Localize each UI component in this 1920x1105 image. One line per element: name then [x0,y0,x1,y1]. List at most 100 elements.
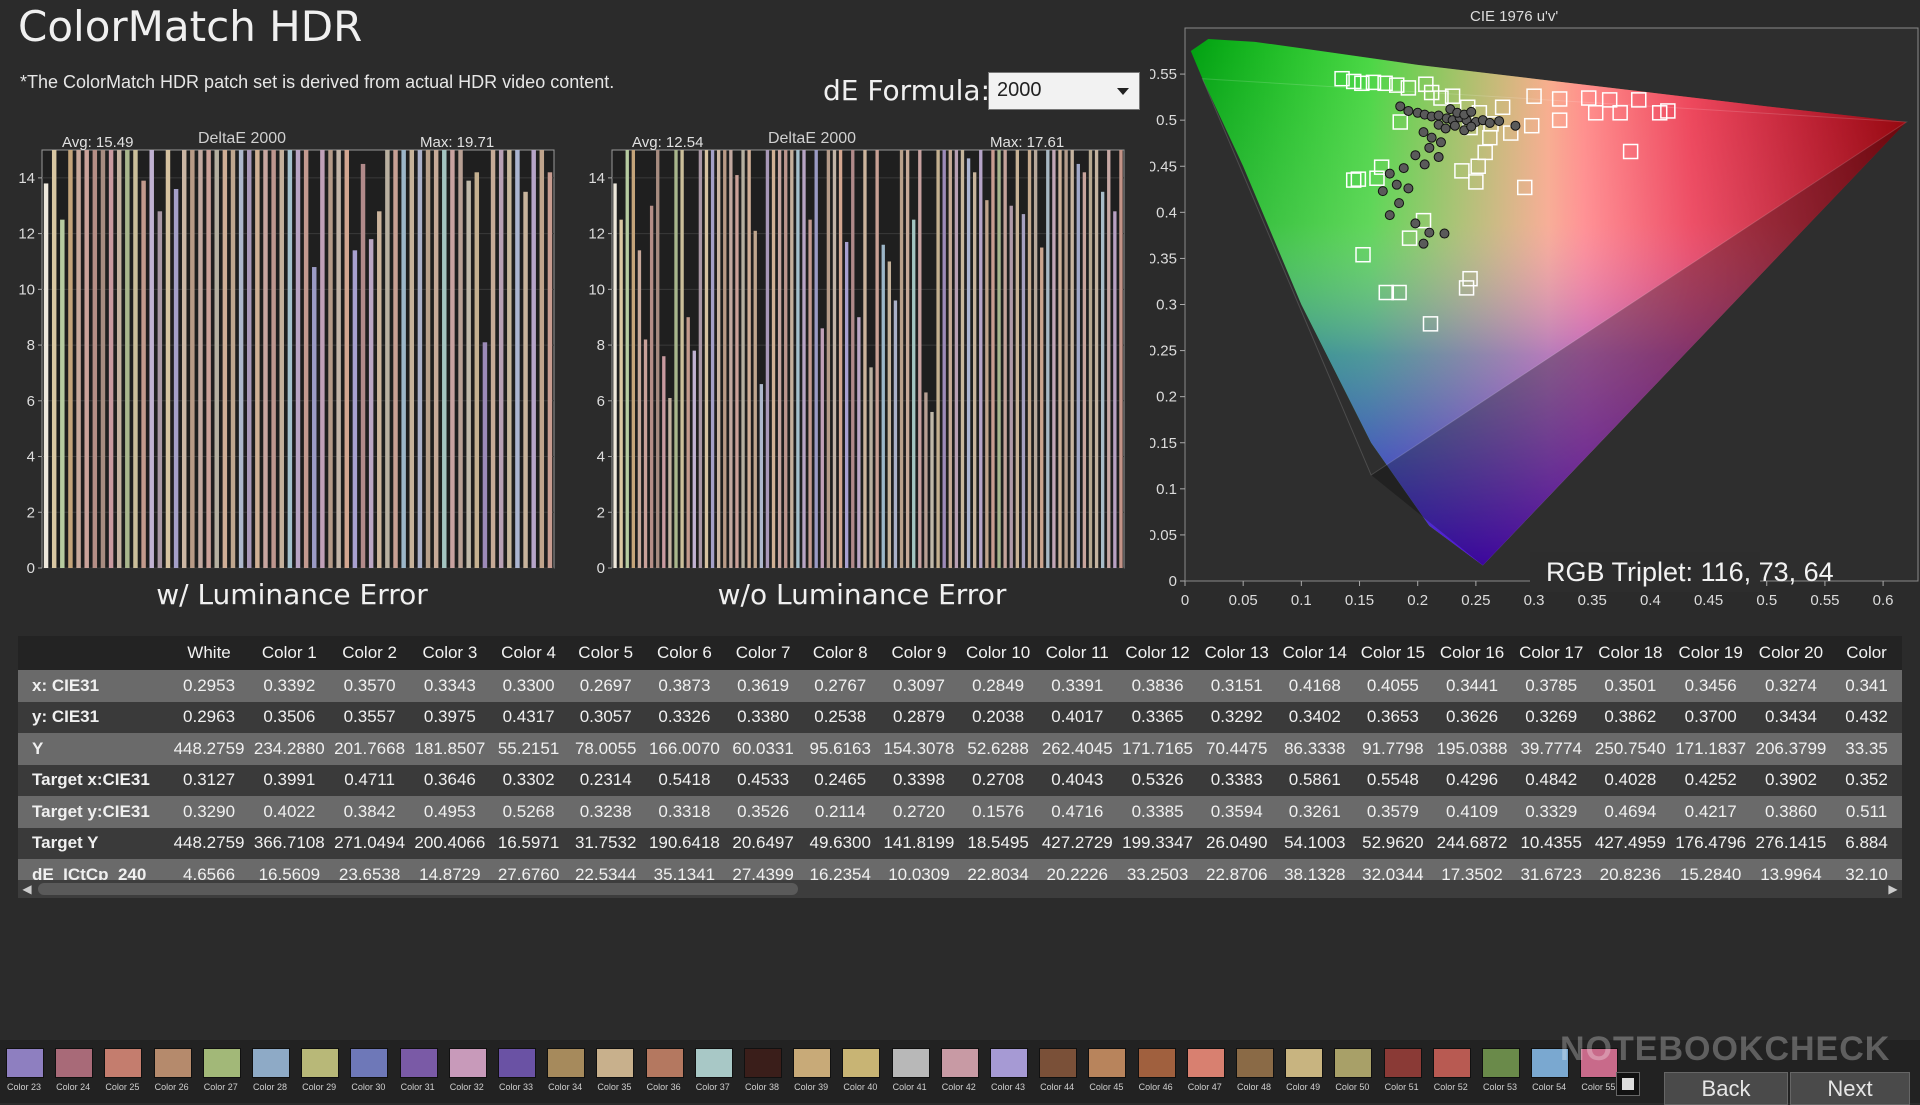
bar [893,300,898,568]
bar [729,150,733,568]
color-patch-swatch[interactable]: Color 44 [1035,1046,1079,1098]
bar [753,230,757,568]
column-header[interactable]: Color 7 [724,636,802,670]
color-patch-swatch[interactable]: Color 41 [888,1046,932,1098]
color-patch-swatch[interactable]: Color 38 [740,1046,784,1098]
bar [1040,247,1044,569]
next-button[interactable]: Next [1790,1072,1910,1105]
max-label: Max: 17.61 [990,134,1064,151]
color-patch-swatch[interactable]: Color 42 [937,1046,981,1098]
color-patch-swatch[interactable]: Color 47 [1183,1046,1227,1098]
column-header[interactable]: Color 18 [1590,636,1671,670]
measured-marker [1398,163,1409,174]
color-patch-swatch[interactable]: Color 27 [199,1046,243,1098]
scroll-left-icon[interactable]: ◀ [20,882,34,896]
color-patch-swatch[interactable]: Color 43 [986,1046,1030,1098]
color-patch-swatch[interactable]: Color 37 [691,1046,735,1098]
table-cell: 0.2708 [959,764,1038,796]
table-cell: 0.3975 [409,701,491,733]
color-patch-swatch[interactable]: Color 32 [445,1046,489,1098]
swatch-label: Color 23 [6,1082,42,1092]
color-patch-swatch[interactable]: Color 39 [789,1046,833,1098]
column-header[interactable]: Color 8 [801,636,879,670]
bar [287,150,293,568]
y-tick-label: 0.05 [1150,527,1177,544]
bar [507,150,512,568]
color-patch-swatch[interactable]: Color 29 [297,1046,341,1098]
color-patch-swatch[interactable]: Color 34 [543,1046,587,1098]
column-header[interactable]: Color 9 [878,636,960,670]
color-patch-swatch[interactable]: Color 51 [1380,1046,1424,1098]
column-header[interactable]: Color 12 [1117,636,1198,670]
color-patch-swatch[interactable]: Color 24 [51,1046,95,1098]
swatch-label: Color 37 [695,1082,730,1092]
column-header[interactable]: Color 14 [1275,636,1354,670]
column-header[interactable]: Color 13 [1197,636,1276,670]
back-button[interactable]: Back [1664,1072,1788,1105]
y-tick-label: 2 [597,504,605,521]
color-patch-swatch[interactable]: Color 48 [1232,1046,1276,1098]
swatch-label: Color 53 [1482,1082,1518,1092]
table-horizontal-scrollbar[interactable]: ◀ ▶ [18,880,1902,898]
color-patch-swatch[interactable]: Color 33 [494,1046,538,1098]
column-header[interactable]: Color 1 [249,636,330,670]
color-patch-swatch[interactable]: Color 26 [150,1046,194,1098]
column-header[interactable]: Color 3 [409,636,491,670]
column-header[interactable]: Color 15 [1353,636,1432,670]
color-patch-swatch[interactable]: Color 25 [100,1046,144,1098]
color-patch-swatch[interactable]: Color 28 [248,1046,292,1098]
scroll-right-icon[interactable]: ▶ [1886,882,1900,896]
color-patch-swatch[interactable]: Color 31 [396,1046,440,1098]
swatch-chip [1482,1048,1520,1078]
color-patch-swatch[interactable]: Color 46 [1134,1046,1178,1098]
column-header[interactable]: Color 17 [1512,636,1591,670]
swatch-chip [1236,1048,1274,1078]
bar [942,150,946,568]
bar [680,150,684,568]
column-header[interactable]: Color 6 [644,636,725,670]
table-row: Target y:CIE31 0.3290 0.4022 0.3842 0.4953 0.… [18,796,1902,828]
column-header[interactable]: Color 4 [490,636,568,670]
swatch-label: Color 52 [1433,1082,1468,1092]
bar [76,150,81,568]
y-tick-label: 8 [597,337,605,354]
color-patch-swatch[interactable]: Color 23 [2,1046,46,1098]
color-patch-swatch[interactable]: Color 53 [1478,1046,1522,1098]
stop-button[interactable] [1616,1072,1640,1096]
column-header[interactable]: White [168,636,250,670]
swatch-chip [596,1048,635,1078]
color-patch-swatch[interactable]: Color 30 [346,1046,390,1098]
color-patch-swatch[interactable]: Color 49 [1281,1046,1325,1098]
bar [1033,150,1038,568]
column-header[interactable]: Color 20 [1750,636,1832,670]
bar [619,219,623,568]
color-patch-swatch[interactable]: Color 50 [1330,1046,1374,1098]
swatch-label: Color 39 [794,1082,829,1092]
column-header[interactable] [18,636,169,670]
column-header[interactable]: Color 16 [1431,636,1513,670]
delta-e-chart-with-luminance: DeltaE 2000 Avg: 15.49 Max: 19.71 0 2 4 6 8 10 12… [12,118,572,578]
color-patch-swatch[interactable]: Color 40 [838,1046,882,1098]
column-header[interactable]: Color 5 [567,636,645,670]
table-cell: 0.3619 [724,670,802,702]
bar [295,150,301,568]
column-header[interactable]: Color 10 [959,636,1038,670]
scrollbar-thumb[interactable] [38,883,798,895]
color-patch-swatch[interactable]: Color 35 [592,1046,636,1098]
swatch-label: Color 35 [597,1082,632,1092]
y-tick-label: 14 [18,170,35,187]
column-header[interactable]: Color 11 [1037,636,1118,670]
table-cell: 0.2879 [878,701,960,733]
color-patch-swatch[interactable]: Color 36 [642,1046,686,1098]
table-cell: 448.2759 [168,827,250,859]
table-cell: 39.7774 [1512,733,1591,765]
table-cell: 0.3329 [1512,796,1591,828]
swatch-chip [547,1048,586,1078]
column-header[interactable]: Color [1831,636,1902,670]
column-header[interactable]: Color 2 [329,636,410,670]
column-header[interactable]: Color 19 [1670,636,1751,670]
color-patch-swatch[interactable]: Color 52 [1429,1046,1473,1098]
bar [108,150,114,568]
color-patch-swatch[interactable]: Color 45 [1084,1046,1128,1098]
formula-select[interactable]: 2000 [988,72,1140,110]
